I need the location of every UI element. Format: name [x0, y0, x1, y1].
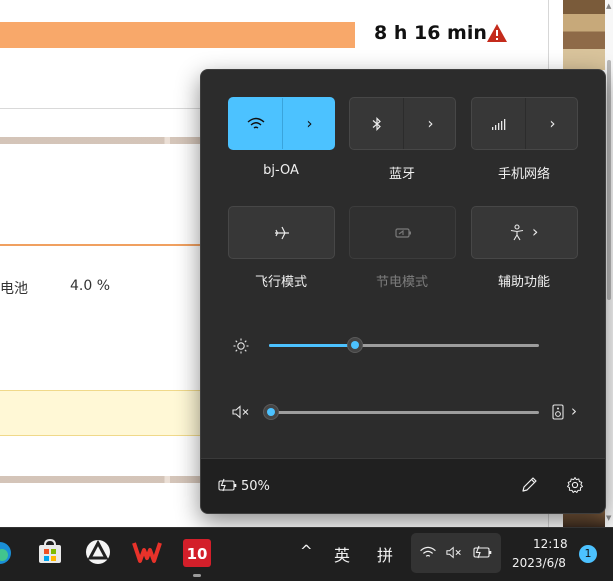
tile-label-accessibility: 辅助功能	[497, 275, 550, 290]
edge-app-icon[interactable]	[0, 538, 12, 568]
volume-slider-thumb[interactable]	[263, 404, 279, 420]
microsoft-store-icon[interactable]	[36, 538, 66, 568]
thumbnail-image	[563, 0, 607, 70]
accessibility-icon	[510, 224, 524, 241]
bluetooth-tile[interactable]: ›	[349, 97, 456, 150]
chevron-right-icon: ›	[306, 114, 313, 132]
browser-app-icon[interactable]	[84, 538, 114, 568]
battery-icon	[473, 545, 492, 559]
chevron-right-icon: ›	[549, 114, 556, 132]
battery-saver-tile	[349, 206, 456, 259]
clock-time[interactable]: 12:18	[533, 537, 568, 551]
chevron-right-icon: ›	[532, 222, 539, 241]
wifi-icon	[247, 117, 264, 129]
show-hidden-icons-chevron-icon[interactable]: ^	[300, 542, 313, 560]
volume-slider[interactable]	[263, 404, 539, 420]
cellular-icon	[491, 118, 505, 130]
quick-settings-panel: › bj-OA › 蓝牙 › 手机网络 飞行模式 节电模式 › 辅助功能 › 5…	[200, 69, 606, 514]
edit-pencil-icon[interactable]	[520, 476, 538, 494]
airplane-mode-tile[interactable]	[228, 206, 335, 259]
warning-icon	[487, 24, 507, 42]
scroll-down-arrow-icon[interactable]: ▼	[606, 514, 611, 522]
bluetooth-toggle[interactable]	[350, 98, 403, 149]
tile-label-wifi: bj-OA	[263, 163, 299, 178]
tile-label-airplane: 飞行模式	[254, 275, 307, 290]
quick-settings-footer: 50%	[201, 458, 605, 513]
battery-usage-bar	[0, 22, 355, 48]
tile-label-bluetooth: 蓝牙	[388, 167, 415, 182]
accessibility-tile[interactable]: ›	[471, 206, 578, 259]
svg-text:10: 10	[187, 545, 208, 563]
wifi-expand-button[interactable]: ›	[282, 98, 336, 149]
airplane-icon	[274, 226, 289, 239]
active-app-10-icon[interactable]: 10	[182, 538, 212, 568]
bluetooth-icon	[372, 116, 381, 131]
wifi-toggle[interactable]	[229, 98, 282, 149]
scrollbar-thumb[interactable]	[607, 60, 611, 300]
input-language-indicator[interactable]: 英	[334, 542, 350, 566]
battery-percentage-text[interactable]: 50%	[241, 479, 270, 494]
battery-label: 电池	[0, 281, 28, 297]
audio-output-chevron-icon[interactable]: ›	[571, 402, 577, 420]
wifi-icon	[420, 546, 436, 557]
settings-gear-icon[interactable]	[566, 476, 584, 494]
brightness-icon	[233, 338, 249, 354]
tile-label-battery-saver: 节电模式	[375, 275, 428, 290]
volume-muted-icon	[446, 546, 461, 559]
system-tray-quick-settings[interactable]	[411, 533, 501, 573]
cellular-toggle[interactable]	[472, 98, 525, 149]
brightness-slider-thumb[interactable]	[347, 337, 363, 353]
notification-badge[interactable]: 1	[579, 545, 597, 563]
wps-office-icon[interactable]	[132, 538, 162, 568]
scroll-up-arrow-icon[interactable]: ▲	[606, 2, 611, 10]
brightness-slider[interactable]	[269, 337, 539, 353]
battery-percentage: 4.0 %	[70, 278, 111, 294]
cellular-expand-button[interactable]: ›	[525, 98, 579, 149]
tile-label-cellular: 手机网络	[497, 167, 550, 182]
battery-saver-icon	[394, 227, 411, 238]
chevron-right-icon: ›	[427, 114, 434, 132]
volume-muted-icon[interactable]	[232, 405, 252, 419]
input-mode-indicator[interactable]: 拼	[377, 542, 393, 566]
active-app-indicator	[193, 574, 201, 577]
battery-icon[interactable]	[218, 478, 238, 492]
taskbar: 10 ^ 英 拼 12:18 2023/6/8 1	[0, 527, 613, 581]
brightness-slider-fill	[269, 344, 355, 347]
cellular-tile[interactable]: ›	[471, 97, 578, 150]
battery-duration: 8 h 16 min	[374, 22, 487, 44]
clock-date[interactable]: 2023/6/8	[512, 556, 566, 570]
bluetooth-expand-button[interactable]: ›	[403, 98, 457, 149]
wifi-tile[interactable]: ›	[228, 97, 335, 150]
speaker-output-icon[interactable]	[552, 404, 564, 420]
